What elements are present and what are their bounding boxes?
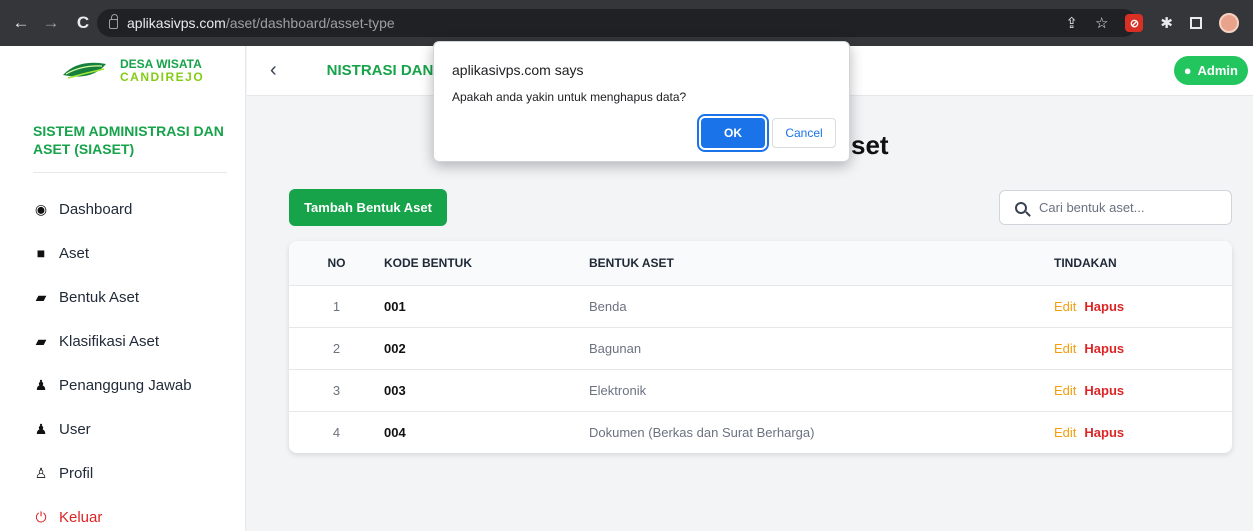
dialog-message: Apakah anda yakin untuk menghapus data? bbox=[452, 90, 687, 104]
leaf-logo-icon bbox=[62, 62, 106, 83]
table-row: 2 002 Bagunan Edit Hapus bbox=[289, 326, 1232, 369]
sidebar-item-aset[interactable]: ■ Aset bbox=[0, 231, 245, 275]
column-header-name: BENTUK ASET bbox=[589, 241, 1054, 285]
search-box[interactable] bbox=[999, 190, 1232, 225]
url-path: /aset/dashboard/asset-type bbox=[225, 15, 395, 31]
table-row: 3 003 Elektronik Edit Hapus bbox=[289, 368, 1232, 411]
url-host: aplikasivps.com bbox=[127, 15, 226, 31]
admin-button[interactable]: ● Admin bbox=[1173, 56, 1248, 85]
row-name: Dokumen (Berkas dan Surat Berharga) bbox=[589, 410, 1054, 453]
users-icon: ♟ bbox=[34, 420, 48, 437]
dashboard-icon: ◉ bbox=[34, 200, 48, 217]
sidebar-item-label: User bbox=[59, 420, 91, 438]
add-asset-type-button[interactable]: Tambah Bentuk Aset bbox=[289, 189, 447, 226]
sidebar-item-label: Klasifikasi Aset bbox=[59, 332, 160, 350]
edit-link[interactable]: Edit bbox=[1054, 425, 1076, 440]
search-icon bbox=[1015, 201, 1027, 214]
row-number: 2 bbox=[289, 326, 384, 369]
folder-open-icon: ▰ bbox=[35, 332, 47, 349]
column-header-no: NO bbox=[289, 241, 384, 285]
delete-link[interactable]: Hapus bbox=[1084, 383, 1124, 398]
sidebar-item-label: Profil bbox=[59, 464, 94, 482]
forward-arrow-icon[interactable]: → bbox=[38, 13, 64, 33]
asset-type-table: NO KODE BENTUK BENTUK ASET TINDAKAN 1 00… bbox=[289, 241, 1232, 453]
sidebar-item-user[interactable]: ♟ User bbox=[0, 407, 245, 451]
puzzle-icon[interactable]: ✱ bbox=[1160, 14, 1173, 32]
row-code: 001 bbox=[384, 284, 589, 327]
star-icon[interactable]: ☆ bbox=[1095, 14, 1108, 32]
sidebar: DESA WISATA CANDIREJO SISTEM ADMINISTRAS… bbox=[0, 46, 246, 531]
profile-avatar[interactable] bbox=[1219, 13, 1239, 33]
reload-icon[interactable]: C bbox=[70, 13, 96, 33]
extension-icon[interactable]: ⊘ bbox=[1125, 14, 1144, 32]
back-arrow-icon[interactable]: ← bbox=[8, 13, 34, 33]
collapse-sidebar-icon[interactable]: ‹ bbox=[270, 59, 277, 82]
share-icon[interactable]: ⇪ bbox=[1065, 14, 1078, 32]
power-icon: ⏻ bbox=[35, 508, 47, 525]
sidebar-item-bentuk-aset[interactable]: ▰ Bentuk Aset bbox=[0, 275, 245, 319]
table-header-row: NO KODE BENTUK BENTUK ASET TINDAKAN bbox=[289, 241, 1232, 285]
system-title: SISTEM ADMINISTRASI DAN ASET (SIASET) bbox=[33, 123, 224, 157]
lock-icon bbox=[109, 14, 118, 29]
table-row: 4 004 Dokumen (Berkas dan Surat Berharga… bbox=[289, 410, 1232, 453]
row-name: Bagunan bbox=[589, 326, 1054, 369]
brand-logo[interactable]: DESA WISATA CANDIREJO bbox=[0, 46, 245, 96]
browser-toolbar: ← → C aplikasivps.com/aset/dashboard/ass… bbox=[0, 0, 1253, 46]
sidebar-item-label: Bentuk Aset bbox=[59, 288, 140, 306]
delete-link[interactable]: Hapus bbox=[1084, 341, 1124, 356]
column-header-code: KODE BENTUK bbox=[384, 241, 589, 285]
window-icon[interactable] bbox=[1190, 17, 1202, 29]
row-code: 004 bbox=[384, 410, 589, 453]
row-name: Benda bbox=[589, 284, 1054, 327]
sidebar-item-label: Dashboard bbox=[59, 200, 133, 218]
admin-label: Admin bbox=[1197, 63, 1238, 78]
row-number: 1 bbox=[289, 284, 384, 327]
dialog-ok-button[interactable]: OK bbox=[697, 114, 769, 152]
sidebar-item-keluar[interactable]: ⏻ Keluar bbox=[0, 495, 245, 531]
page-title: set bbox=[851, 130, 889, 160]
topbar-title: NISTRASI DAN bbox=[326, 62, 434, 79]
row-code: 003 bbox=[384, 368, 589, 411]
delete-link[interactable]: Hapus bbox=[1084, 425, 1124, 440]
address-bar[interactable]: aplikasivps.com/aset/dashboard/asset-typ… bbox=[97, 9, 1137, 37]
table-row: 1 001 Benda Edit Hapus bbox=[289, 284, 1232, 327]
delete-link[interactable]: Hapus bbox=[1084, 299, 1124, 314]
edit-link[interactable]: Edit bbox=[1054, 299, 1076, 314]
column-header-actions: TINDAKAN bbox=[1054, 241, 1232, 285]
folder-icon: ■ bbox=[36, 245, 46, 261]
row-number: 4 bbox=[289, 410, 384, 453]
sidebar-item-label: Keluar bbox=[59, 508, 103, 526]
row-code: 002 bbox=[384, 326, 589, 369]
folder-open-icon: ▰ bbox=[35, 288, 47, 305]
sidebar-item-label: Penanggung Jawab bbox=[59, 376, 192, 394]
edit-link[interactable]: Edit bbox=[1054, 383, 1076, 398]
user-icon: ● bbox=[1183, 63, 1192, 78]
dialog-title: aplikasivps.com says bbox=[452, 62, 584, 78]
sidebar-item-penanggung-jawab[interactable]: ♟ Penanggung Jawab bbox=[0, 363, 245, 407]
sidebar-item-profil[interactable]: ♙ Profil bbox=[0, 451, 245, 495]
search-input[interactable] bbox=[1039, 200, 1219, 215]
edit-link[interactable]: Edit bbox=[1054, 341, 1076, 356]
row-number: 3 bbox=[289, 368, 384, 411]
sidebar-divider bbox=[33, 172, 227, 173]
sidebar-item-label: Aset bbox=[59, 244, 90, 262]
row-name: Elektronik bbox=[589, 368, 1054, 411]
sidebar-item-klasifikasi-aset[interactable]: ▰ Klasifikasi Aset bbox=[0, 319, 245, 363]
sidebar-menu: ◉ Dashboard ■ Aset ▰ Bentuk Aset ▰ Klasi… bbox=[0, 187, 245, 531]
sidebar-item-dashboard[interactable]: ◉ Dashboard bbox=[0, 187, 245, 231]
browser-actions: ⇪ ☆ ⊘ ✱ bbox=[1065, 0, 1239, 46]
dialog-cancel-button[interactable]: Cancel bbox=[772, 118, 836, 148]
brand-line2: CANDIREJO bbox=[120, 70, 205, 84]
users-icon: ♟ bbox=[34, 376, 48, 393]
user-cog-icon: ♙ bbox=[34, 464, 48, 481]
